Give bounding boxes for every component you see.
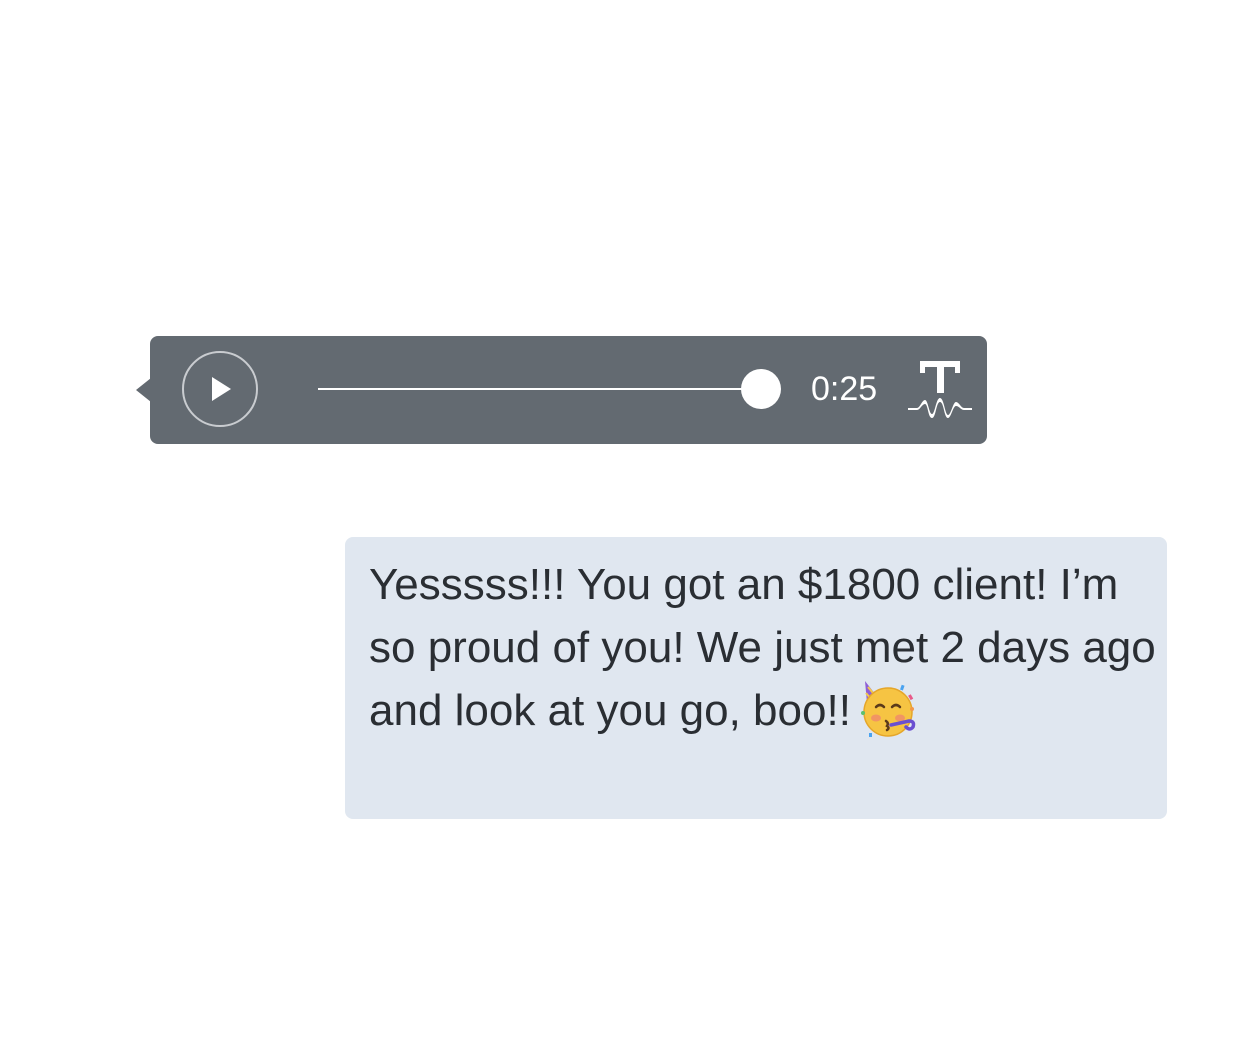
- play-button[interactable]: [182, 351, 258, 427]
- chat-thread: 0:25 Yesssss!!! You got an $1800 client!…: [0, 0, 1241, 1045]
- transcribe-icon: [908, 361, 972, 418]
- audio-progress-thumb[interactable]: [741, 369, 781, 409]
- message-text: Yesssss!!! You got an $1800 client! I’m …: [369, 553, 1159, 742]
- bubble-tail: [136, 378, 151, 402]
- message-body: Yesssss!!! You got an $1800 client! I’m …: [369, 560, 1168, 735]
- audio-progress-fill: [318, 388, 762, 390]
- voice-message-bubble: 0:25: [136, 336, 987, 444]
- transcribe-button[interactable]: [907, 358, 973, 424]
- audio-duration: 0:25: [811, 370, 878, 408]
- outgoing-message-bubble: Yesssss!!! You got an $1800 client! I’m …: [345, 537, 1167, 819]
- play-icon: [212, 377, 231, 401]
- audio-progress-slider[interactable]: [318, 388, 762, 390]
- partying-face-icon: [857, 679, 917, 739]
